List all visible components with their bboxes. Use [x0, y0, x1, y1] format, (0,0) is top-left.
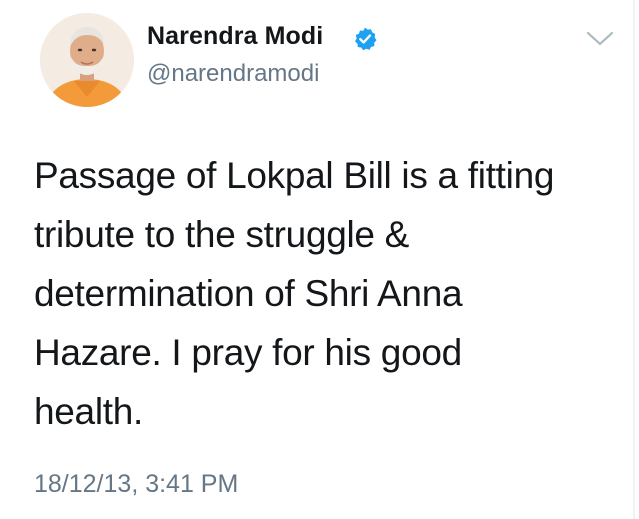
- author-handle[interactable]: @narendramodi: [147, 60, 319, 88]
- tweet-text-line: determination of Shri Anna: [34, 273, 463, 314]
- tweet-text-line: Passage of Lokpal Bill is a fitting: [34, 155, 555, 196]
- tweet-timestamp[interactable]: 18/12/13, 3:41 PM: [34, 470, 238, 499]
- avatar[interactable]: [40, 13, 134, 107]
- display-name[interactable]: Narendra Modi: [147, 22, 323, 51]
- tweet-text-line: tribute to the struggle &: [34, 214, 410, 255]
- tweet-text-line: health.: [34, 391, 143, 432]
- tweet-text-line: Hazare. I pray for his good: [34, 332, 462, 373]
- tweet-text: Passage of Lokpal Bill is a fitting trib…: [34, 146, 614, 441]
- scroll-edge: [633, 0, 635, 519]
- chevron-down-icon[interactable]: [585, 30, 615, 48]
- verified-badge-icon: [352, 26, 378, 52]
- profile-photo: [40, 13, 134, 107]
